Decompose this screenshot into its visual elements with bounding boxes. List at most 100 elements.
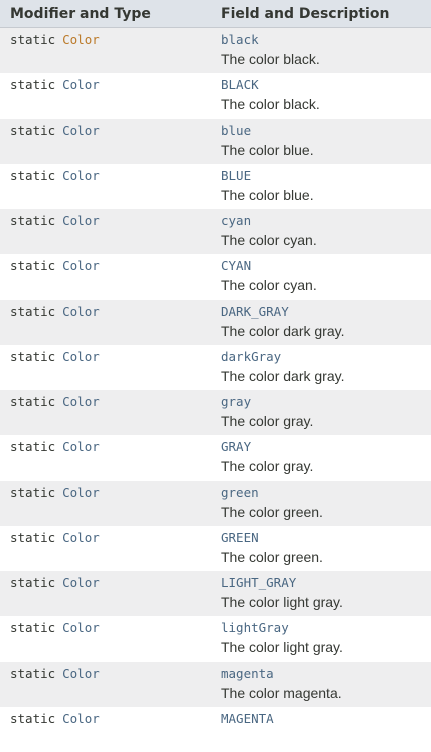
field-link-blue[interactable]: blue (221, 123, 431, 139)
modifier-keyword: static (10, 529, 56, 545)
type-link-color[interactable]: Color (62, 304, 100, 319)
table-row: static Color DARK_GRAY The color dark gra… (0, 299, 431, 345)
type-link-color[interactable]: Color (62, 123, 100, 138)
modifier-type-cell: static Color (0, 28, 211, 73)
type-link-color[interactable]: Color (62, 394, 100, 409)
table-row: static Color LIGHT_GRAY The color light g… (0, 571, 431, 617)
modifier-type-cell: static Color (0, 73, 211, 118)
modifier-type-cell: static Color (0, 662, 211, 707)
field-description: The color dark gray. (221, 367, 345, 384)
type-link-color[interactable]: Color (62, 439, 100, 454)
field-cell: black The color black. (211, 28, 431, 73)
field-description: The color gray. (221, 413, 314, 429)
modifier-keyword: static (10, 77, 56, 93)
type-link-color[interactable]: Color (62, 349, 100, 364)
field-link-gray[interactable]: gray (221, 394, 431, 410)
field-link-GRAY[interactable]: GRAY (221, 439, 431, 455)
table-row: static Color blue The color blue. (0, 118, 431, 164)
table-row: static Color lightGray The color light gr… (0, 616, 431, 662)
modifier-keyword: static (10, 665, 56, 681)
field-cell: lightGray The color light gray. (211, 616, 431, 661)
field-cell: CYAN The color cyan. (211, 254, 431, 299)
table-row: static Color black The color black. (0, 28, 431, 74)
field-description: The color blue. (221, 186, 314, 203)
table-row: static Color gray The color gray. (0, 390, 431, 436)
field-link-LIGHT_GRAY[interactable]: LIGHT_GRAY (221, 575, 431, 591)
field-description: The color black. (221, 96, 320, 113)
field-cell: BLACK The color black. (211, 73, 431, 118)
type-link-color[interactable]: Color (62, 77, 100, 92)
modifier-type-cell: static Color (0, 707, 211, 752)
table-row: static Color green The color green. (0, 480, 431, 526)
header-modifier-type: Modifier and Type (10, 6, 151, 22)
modifier-type-cell: static Color (0, 209, 211, 254)
field-cell: GREEN The color green. (211, 526, 431, 571)
modifier-type-cell: static Color (0, 164, 211, 209)
field-description: The color cyan. (221, 277, 317, 294)
type-link-color[interactable]: Color (62, 620, 100, 635)
field-description: The color gray. (221, 458, 314, 475)
modifier-keyword: static (10, 213, 56, 228)
field-link-black[interactable]: black (221, 32, 431, 48)
type-link-color[interactable]: Color (62, 168, 100, 183)
field-cell: MAGENTA (211, 707, 431, 752)
field-cell: cyan The color cyan. (211, 209, 431, 254)
field-link-lightGray[interactable]: lightGray (221, 620, 431, 636)
field-cell: darkGray The color dark gray. (211, 345, 431, 390)
modifier-keyword: static (10, 394, 56, 409)
field-link-GREEN[interactable]: GREEN (221, 530, 431, 546)
field-link-cyan[interactable]: cyan (221, 213, 431, 229)
field-link-green[interactable]: green (221, 485, 431, 501)
field-description: The color black. (221, 51, 320, 67)
field-link-CYAN[interactable]: CYAN (221, 258, 431, 274)
table-row: static Color darkGray The color dark gray… (0, 344, 431, 390)
modifier-keyword: static (10, 710, 56, 726)
field-description: The color green. (221, 548, 323, 565)
field-cell: BLUE The color blue. (211, 164, 431, 209)
type-link-color[interactable]: Color (62, 711, 100, 726)
modifier-keyword: static (10, 439, 56, 455)
field-link-DARK_GRAY[interactable]: DARK_GRAY (221, 304, 431, 320)
modifier-type-cell: static Color (0, 254, 211, 299)
modifier-type-cell: static Color (0, 435, 211, 480)
modifier-type-cell: static Color (0, 481, 211, 526)
modifier-keyword: static (10, 620, 56, 636)
modifier-keyword: static (10, 348, 56, 364)
table-row: static Color magenta The color magenta. (0, 661, 431, 707)
table-row: static Color BLUE The color blue. (0, 163, 431, 209)
table-row: static Color cyan The color cyan. (0, 209, 431, 255)
modifier-keyword: static (10, 32, 56, 47)
field-description: The color cyan. (221, 232, 317, 248)
modifier-keyword: static (10, 258, 56, 274)
table-row: static Color MAGENTA (0, 706, 431, 752)
field-link-magenta[interactable]: magenta (221, 666, 431, 682)
field-cell: magenta The color magenta. (211, 662, 431, 707)
field-cell: blue The color blue. (211, 119, 431, 164)
modifier-type-cell: static Color (0, 390, 211, 435)
type-link-color[interactable]: Color (62, 32, 100, 47)
type-link-color[interactable]: Color (62, 485, 100, 500)
field-link-BLACK[interactable]: BLACK (221, 77, 431, 93)
type-link-color[interactable]: Color (62, 666, 100, 681)
modifier-keyword: static (10, 484, 56, 500)
field-cell: LIGHT_GRAY The color light gray. (211, 571, 431, 616)
type-link-color[interactable]: Color (62, 575, 100, 590)
field-link-darkGray[interactable]: darkGray (221, 349, 431, 365)
modifier-keyword: static (10, 303, 56, 319)
modifier-type-cell: static Color (0, 300, 211, 345)
type-link-color[interactable]: Color (62, 213, 100, 228)
table-row: static Color GRAY The color gray. (0, 435, 431, 481)
table-row: static Color BLACK The color black. (0, 73, 431, 119)
header-field-description: Field and Description (221, 6, 390, 22)
modifier-keyword: static (10, 122, 56, 138)
field-link-MAGENTA[interactable]: MAGENTA (221, 711, 431, 727)
field-description: The color blue. (221, 141, 314, 158)
field-description: The color dark gray. (221, 322, 345, 339)
modifier-type-cell: static Color (0, 571, 211, 616)
field-description: The color light gray. (221, 639, 343, 656)
field-link-BLUE[interactable]: BLUE (221, 168, 431, 184)
type-link-color[interactable]: Color (62, 530, 100, 545)
type-link-color[interactable]: Color (62, 258, 100, 273)
modifier-keyword: static (10, 167, 56, 183)
table-row: static Color GREEN The color green. (0, 525, 431, 571)
